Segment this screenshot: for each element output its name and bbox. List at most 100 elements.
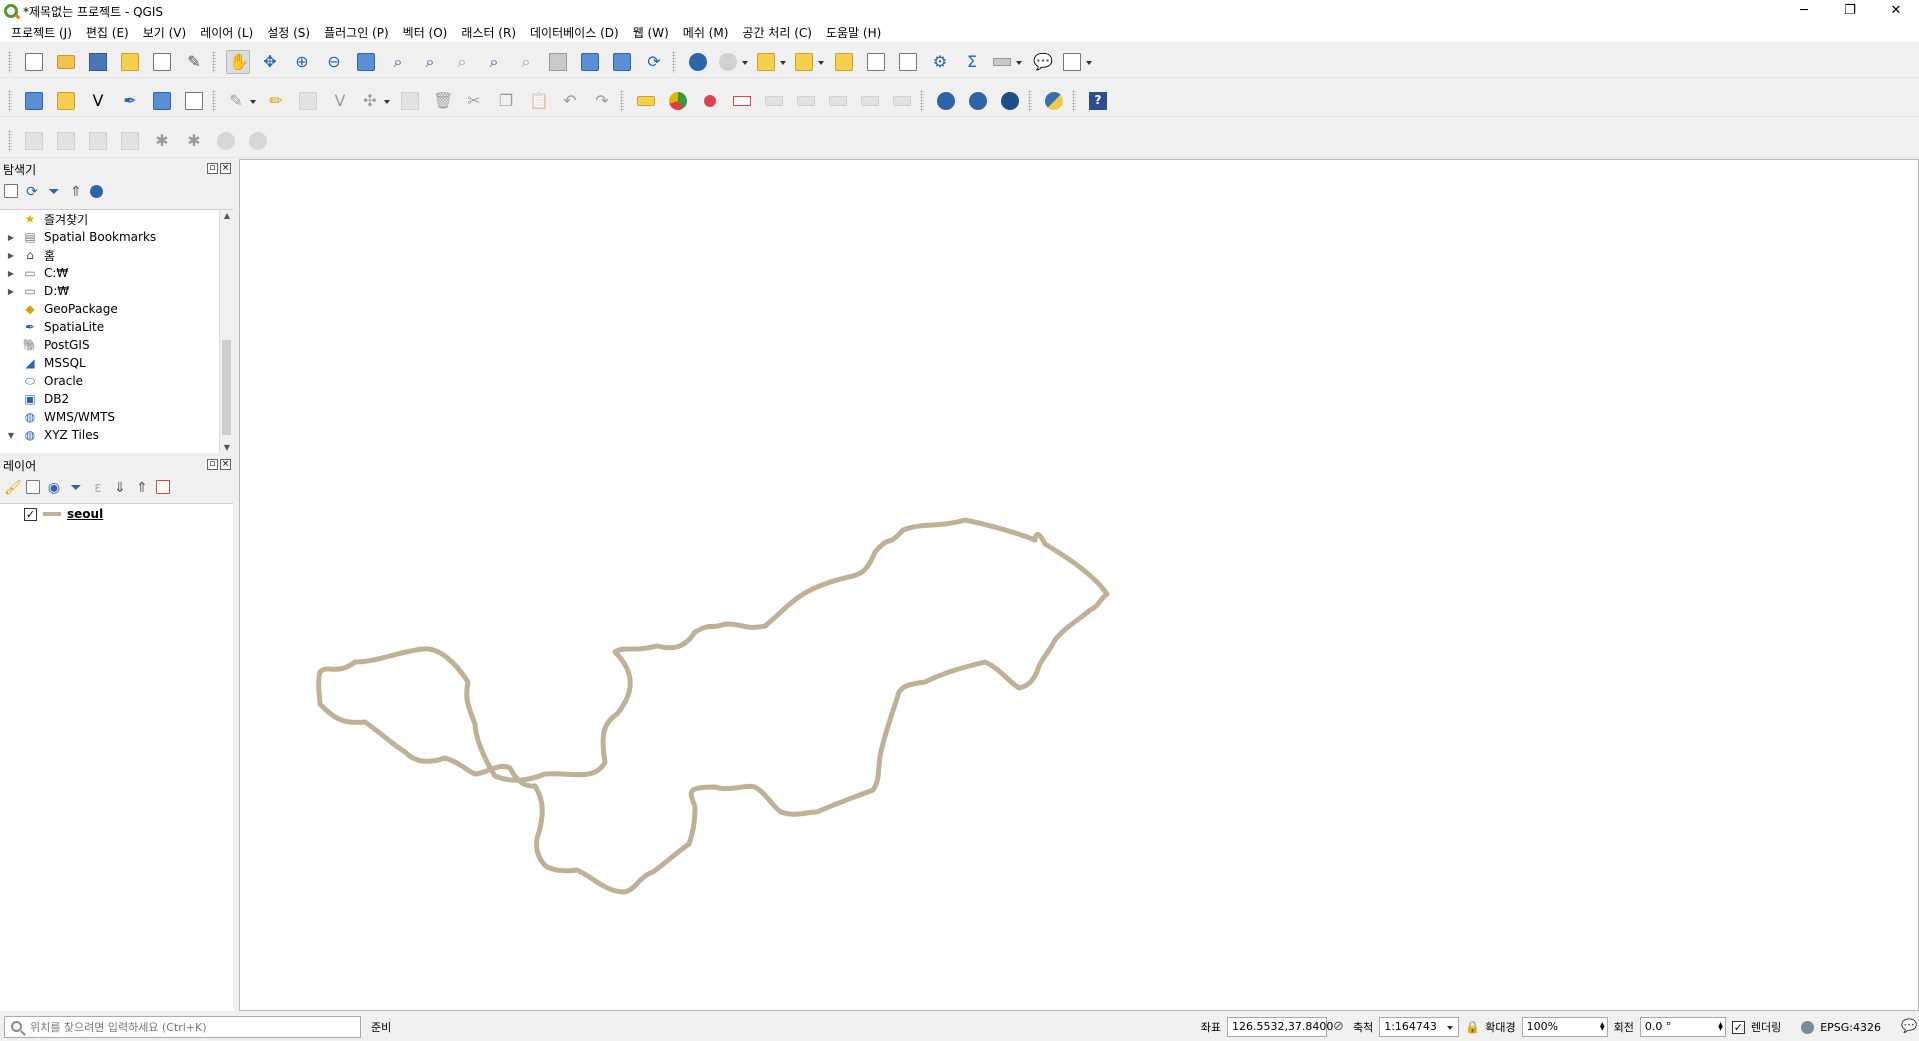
crs-globe-icon[interactable] [1801, 1020, 1815, 1034]
toolbar-handle[interactable] [212, 50, 216, 73]
toolbar-handle[interactable] [620, 89, 624, 112]
menu-mesh[interactable]: 메쉬 (M) [676, 24, 736, 41]
eye-icon[interactable]: ◉ [46, 479, 62, 496]
expand-arrow-icon[interactable]: ▼ [0, 431, 22, 440]
toolbar-handle[interactable] [8, 50, 12, 73]
lock-icon[interactable]: 🔒 [1465, 1020, 1480, 1034]
tree-item-postgis[interactable]: 🐘 PostGIS [0, 336, 233, 354]
expand-arrow-icon[interactable]: ▶ [0, 287, 22, 296]
identify-features-button[interactable] [686, 50, 710, 74]
delete-part-button[interactable] [246, 129, 270, 153]
render-checkbox[interactable]: ✓ [1731, 1020, 1745, 1034]
zoom-last-button[interactable]: ⌕ [482, 50, 506, 74]
scroll-up-icon[interactable]: ▲ [220, 210, 233, 222]
tree-item-db2[interactable]: ▣ DB2 [0, 390, 233, 408]
close-panel-icon[interactable]: × [220, 459, 231, 470]
menu-settings[interactable]: 설정 (S) [260, 24, 317, 41]
style-manager-button[interactable]: ✎ [182, 50, 206, 74]
unpin-label-button[interactable] [890, 89, 914, 113]
filter-expression-icon[interactable]: ε [90, 479, 106, 496]
collapse-all-icon[interactable]: ⇑ [134, 479, 150, 496]
expand-arrow-icon[interactable]: ▶ [0, 251, 22, 260]
processing-toolbox-button[interactable]: ⚙ [928, 50, 952, 74]
modify-attributes-button[interactable] [398, 89, 422, 113]
toolbar-handle[interactable] [672, 50, 676, 73]
select-by-value-button[interactable] [794, 50, 824, 74]
delete-ring-button[interactable] [214, 129, 238, 153]
undo-button[interactable]: ↶ [558, 89, 582, 113]
toggle-extents-icon[interactable]: ⊘ [1333, 1020, 1347, 1034]
menu-view[interactable]: 보기 (V) [136, 24, 193, 41]
open-project-button[interactable] [54, 50, 78, 74]
filter-icon[interactable]: ⏷ [68, 479, 84, 496]
scrollbar-thumb[interactable] [222, 340, 231, 435]
tree-item-xyz-tiles[interactable]: ▼ ◍ XYZ Tiles [0, 426, 233, 444]
menu-processing[interactable]: 공간 처리 (C) [735, 24, 819, 41]
coordinate-field[interactable]: 126.5532,37.8400 [1226, 1017, 1333, 1037]
field-calculator-button[interactable] [896, 50, 920, 74]
new-map-view-button[interactable] [546, 50, 570, 74]
refresh-icon[interactable]: ⟳ [24, 183, 40, 200]
zoom-out-button[interactable]: ⊖ [322, 50, 346, 74]
toolbar-handle[interactable] [1072, 89, 1076, 112]
add-selected-layers-icon[interactable] [4, 184, 18, 198]
tree-item-geopackage[interactable]: ◆ GeoPackage [0, 300, 233, 318]
refresh-button[interactable]: ⟳ [642, 50, 666, 74]
scroll-down-icon[interactable]: ▼ [220, 442, 233, 453]
tree-item-d-drive[interactable]: ▶ ▭ D:₩ [0, 282, 233, 300]
pin-labels-button[interactable] [698, 89, 722, 113]
locator-search-field[interactable]: 위치를 찾으려면 입력하세요 (Ctrl+K) [4, 1015, 361, 1038]
zoom-full-button[interactable] [354, 50, 378, 74]
new-print-layout-button[interactable] [118, 50, 142, 74]
label-properties-button[interactable] [858, 89, 882, 113]
menu-database[interactable]: 데이터베이스 (D) [523, 24, 626, 41]
info-icon[interactable] [90, 184, 103, 198]
toolbar-handle[interactable] [1028, 89, 1032, 112]
float-panel-icon[interactable]: ▫ [207, 163, 218, 174]
actions-button[interactable] [718, 50, 748, 74]
layer-labeling-button[interactable] [634, 89, 658, 113]
zoom-native-button[interactable]: ⌕ [450, 50, 474, 74]
tree-item-mssql[interactable]: ◢ MSSQL [0, 354, 233, 372]
simplify-feature-button[interactable] [86, 129, 110, 153]
remove-layer-icon[interactable] [156, 480, 170, 494]
fill-ring-button[interactable]: ✱ [182, 129, 206, 153]
menu-help[interactable]: 도움말 (H) [819, 24, 888, 41]
tree-item-c-drive[interactable]: ▶ ▭ C:₩ [0, 264, 233, 282]
new-shapefile-layer-button[interactable]: V [86, 89, 110, 113]
advanced-digitize-button[interactable] [22, 129, 46, 153]
rotate-label-button[interactable] [794, 89, 818, 113]
measure-button[interactable] [992, 50, 1022, 74]
tree-item-spatialite[interactable]: ✒ SpatiaLite [0, 318, 233, 336]
layer-name[interactable]: seoul [67, 507, 103, 521]
layer-visibility-checkbox[interactable]: ✓ [24, 507, 37, 521]
attribute-table-button[interactable] [864, 50, 888, 74]
tree-item-wms[interactable]: ◍ WMS/WMTS [0, 408, 233, 426]
help-button[interactable]: ? [1086, 89, 1110, 113]
menu-project[interactable]: 프로젝트 (J) [4, 24, 79, 41]
new-spatialite-layer-button[interactable]: ✒ [118, 89, 142, 113]
style-brush-icon[interactable]: 🖌 [4, 479, 22, 496]
add-wms-layer-button[interactable] [934, 89, 958, 113]
float-panel-icon[interactable]: ▫ [207, 459, 218, 470]
filter-icon[interactable]: ⏷ [46, 183, 62, 200]
tree-item-favorites[interactable]: ★ 즐겨찾기 [0, 210, 233, 228]
save-edits-button[interactable] [296, 89, 320, 113]
redo-button[interactable]: ↷ [590, 89, 614, 113]
metasearch-button[interactable] [966, 89, 990, 113]
change-label-button[interactable] [826, 89, 850, 113]
copy-features-button[interactable]: ❐ [494, 89, 518, 113]
layer-diagram-button[interactable] [666, 89, 690, 113]
toolbar-handle[interactable] [212, 89, 216, 112]
move-label-button[interactable] [762, 89, 786, 113]
python-console-button[interactable] [1042, 89, 1066, 113]
new-project-button[interactable] [22, 50, 46, 74]
tree-item-home[interactable]: ▶ ⌂ 홈 [0, 246, 233, 264]
new-geopackage-layer-button[interactable] [54, 89, 78, 113]
toolbar-handle[interactable] [8, 129, 12, 152]
text-annotation-button[interactable] [1062, 50, 1092, 74]
add-ring-button[interactable] [118, 129, 142, 153]
browser-scrollbar[interactable]: ▲ ▼ [219, 210, 233, 453]
toggle-editing-button[interactable]: ✏ [264, 89, 288, 113]
menu-vector[interactable]: 벡터 (O) [396, 24, 455, 41]
